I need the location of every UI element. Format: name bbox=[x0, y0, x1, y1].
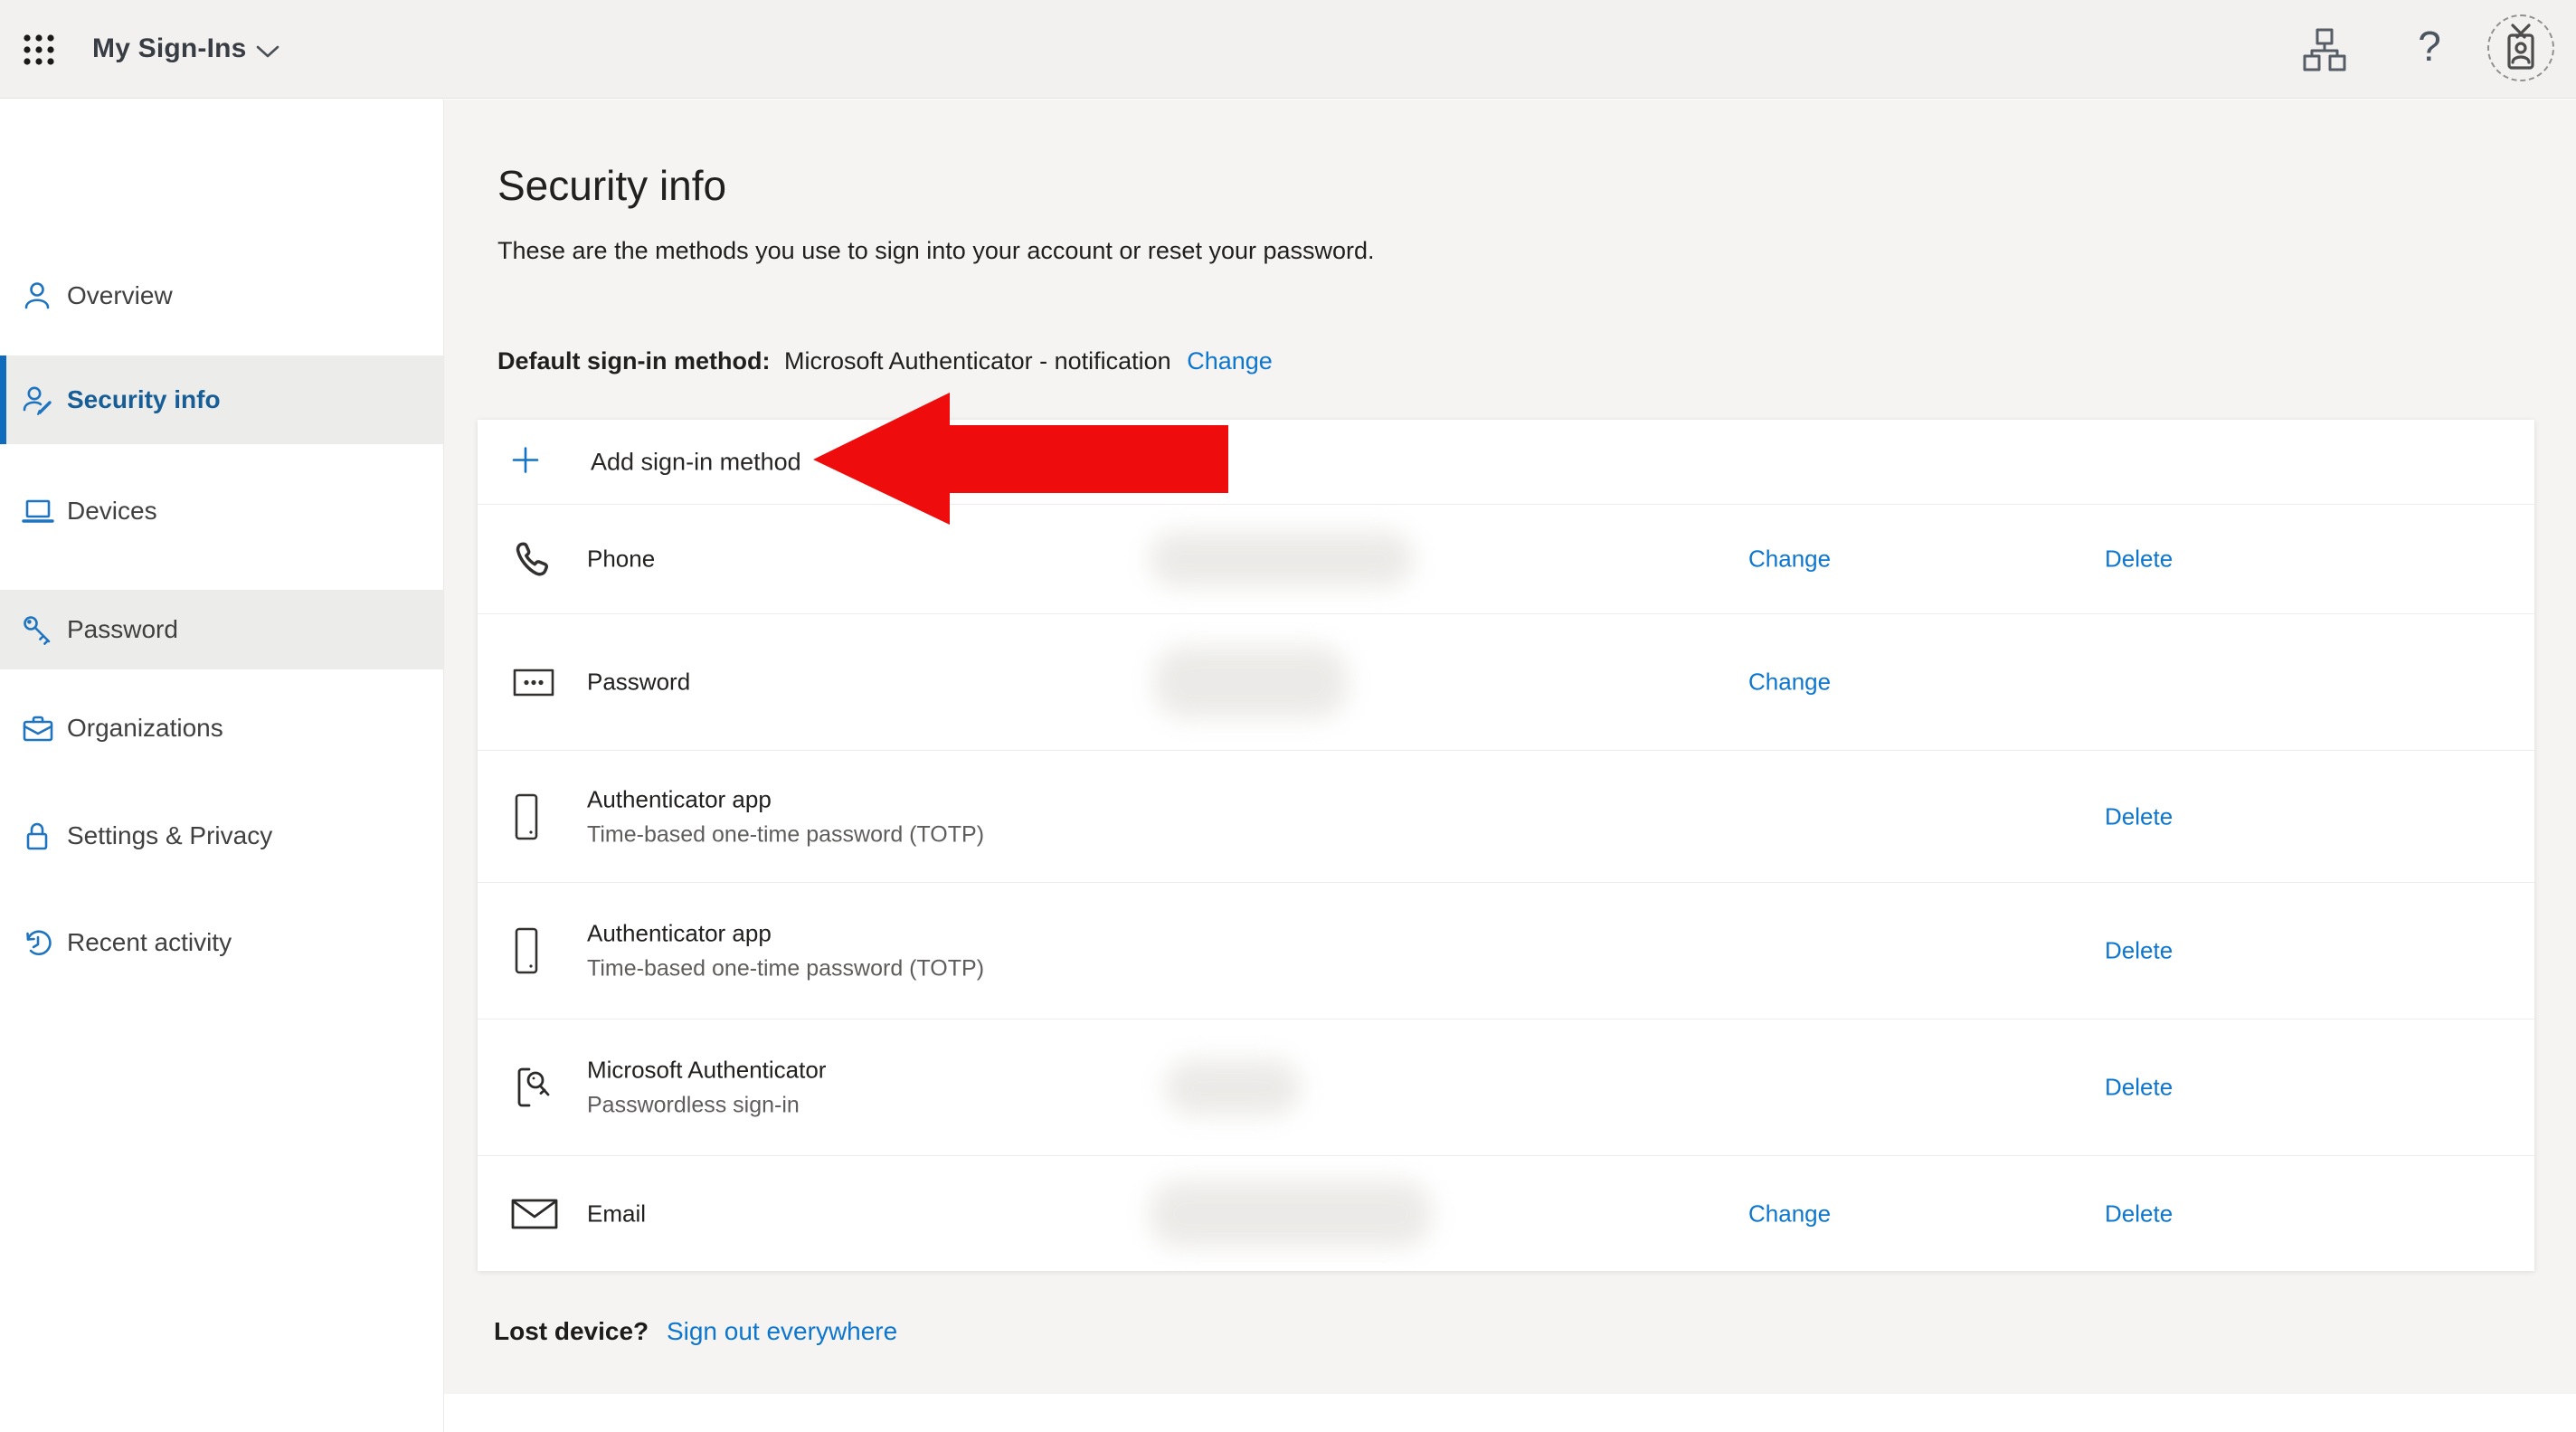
phone-handset-icon bbox=[511, 534, 556, 584]
sidebar-item-settings-privacy[interactable]: Settings & Privacy bbox=[0, 792, 443, 880]
microsoft-authenticator-delete-link[interactable]: Delete bbox=[2105, 1074, 2173, 1102]
method-row-authenticator-app-1: Authenticator app Time-based one-time pa… bbox=[478, 750, 2534, 882]
sidebar-item-label: Recent activity bbox=[67, 928, 232, 956]
help-icon[interactable]: ? bbox=[2410, 22, 2449, 76]
password-change-link[interactable]: Change bbox=[1748, 669, 1831, 697]
person-edit-icon bbox=[22, 384, 52, 415]
lost-device-line: Lost device? Sign out everywhere bbox=[494, 1317, 897, 1346]
method-row-authenticator-app-2: Authenticator app Time-based one-time pa… bbox=[478, 882, 2534, 1019]
method-description: Passwordless sign-in bbox=[587, 1092, 800, 1118]
sidebar-item-overview[interactable]: Overview bbox=[0, 251, 443, 340]
phone-delete-link[interactable]: Delete bbox=[2105, 545, 2173, 574]
key-icon bbox=[22, 614, 52, 645]
sidebar-item-security-info[interactable]: Security info bbox=[0, 356, 443, 444]
avatar-id-badge-icon[interactable] bbox=[2487, 14, 2554, 81]
method-name: Email bbox=[587, 1200, 647, 1227]
method-row-password: Password Change bbox=[478, 613, 2534, 750]
history-clock-icon bbox=[22, 927, 52, 958]
redacted-phone-number bbox=[1150, 531, 1414, 587]
method-description: Time-based one-time password (TOTP) bbox=[587, 955, 985, 982]
default-method-value: Microsoft Authenticator - notification bbox=[784, 347, 1171, 375]
method-row-email: Email Change Delete bbox=[478, 1155, 2534, 1271]
redacted-email-address bbox=[1150, 1180, 1432, 1247]
sign-in-methods-card: Add sign-in method Phone Change Delete P… bbox=[478, 420, 2534, 1271]
lock-icon bbox=[22, 820, 52, 851]
page-subtitle: These are the methods you use to sign in… bbox=[497, 237, 1375, 264]
person-icon bbox=[22, 280, 52, 311]
org-chart-icon[interactable] bbox=[2301, 27, 2348, 72]
phone-change-link[interactable]: Change bbox=[1748, 545, 1831, 574]
smartphone-icon bbox=[511, 792, 556, 842]
sidebar-item-label: Overview bbox=[67, 281, 173, 309]
method-row-microsoft-authenticator: Microsoft Authenticator Passwordless sig… bbox=[478, 1019, 2534, 1155]
sign-out-everywhere-link[interactable]: Sign out everywhere bbox=[667, 1317, 897, 1345]
authenticator-app-1-delete-link[interactable]: Delete bbox=[2105, 802, 2173, 830]
sidebar-item-label: Password bbox=[67, 615, 178, 643]
sidebar-item-devices[interactable]: Devices bbox=[0, 467, 443, 555]
phone-key-icon bbox=[511, 1062, 556, 1113]
method-name: Authenticator app bbox=[587, 785, 772, 812]
email-change-link[interactable]: Change bbox=[1748, 1200, 1831, 1228]
method-name: Password bbox=[587, 668, 691, 696]
method-row-phone: Phone Change Delete bbox=[478, 504, 2534, 613]
method-description: Time-based one-time password (TOTP) bbox=[587, 821, 985, 847]
envelope-icon bbox=[511, 1189, 558, 1239]
sidebar-item-organizations[interactable]: Organizations bbox=[0, 684, 443, 773]
sidebar-item-recent-activity[interactable]: Recent activity bbox=[0, 898, 443, 987]
email-delete-link[interactable]: Delete bbox=[2105, 1200, 2173, 1228]
password-dots-icon bbox=[511, 657, 556, 707]
default-sign-in-method-line: Default sign-in method: Microsoft Authen… bbox=[497, 347, 1273, 375]
default-method-change-link[interactable]: Change bbox=[1187, 347, 1273, 375]
sidebar-item-label: Devices bbox=[67, 497, 157, 525]
plus-icon bbox=[511, 445, 540, 479]
smartphone-icon bbox=[511, 925, 556, 976]
laptop-icon bbox=[22, 496, 54, 526]
redacted-password-info bbox=[1154, 646, 1348, 718]
method-name: Authenticator app bbox=[587, 919, 772, 947]
add-sign-in-method-button[interactable]: Add sign-in method bbox=[478, 420, 2534, 504]
sidebar-item-label: Settings & Privacy bbox=[67, 821, 273, 849]
app-title: My Sign-Ins bbox=[92, 33, 247, 63]
method-name: Phone bbox=[587, 545, 656, 573]
sidebar-item-label: Organizations bbox=[67, 714, 223, 742]
add-sign-in-method-label: Add sign-in method bbox=[591, 448, 801, 475]
redacted-device-name bbox=[1165, 1059, 1301, 1115]
sidebar: Overview Security info Devices Password bbox=[0, 100, 444, 1432]
authenticator-app-2-delete-link[interactable]: Delete bbox=[2105, 937, 2173, 965]
sidebar-item-label: Security info bbox=[67, 385, 221, 413]
content-footer-band bbox=[444, 1394, 2576, 1432]
page-title: Security info bbox=[497, 162, 727, 209]
app-launcher-waffle-icon[interactable] bbox=[22, 33, 56, 67]
lost-device-label: Lost device? bbox=[494, 1317, 649, 1345]
topbar: My Sign-Ins ? bbox=[0, 0, 2576, 99]
method-name: Microsoft Authenticator bbox=[587, 1056, 827, 1084]
default-method-label: Default sign-in method: bbox=[497, 347, 771, 375]
briefcase-icon bbox=[22, 713, 53, 744]
sidebar-item-password[interactable]: Password bbox=[0, 590, 443, 669]
main-content: Security info These are the methods you … bbox=[444, 100, 2576, 1432]
chevron-down-icon[interactable] bbox=[255, 43, 280, 64]
